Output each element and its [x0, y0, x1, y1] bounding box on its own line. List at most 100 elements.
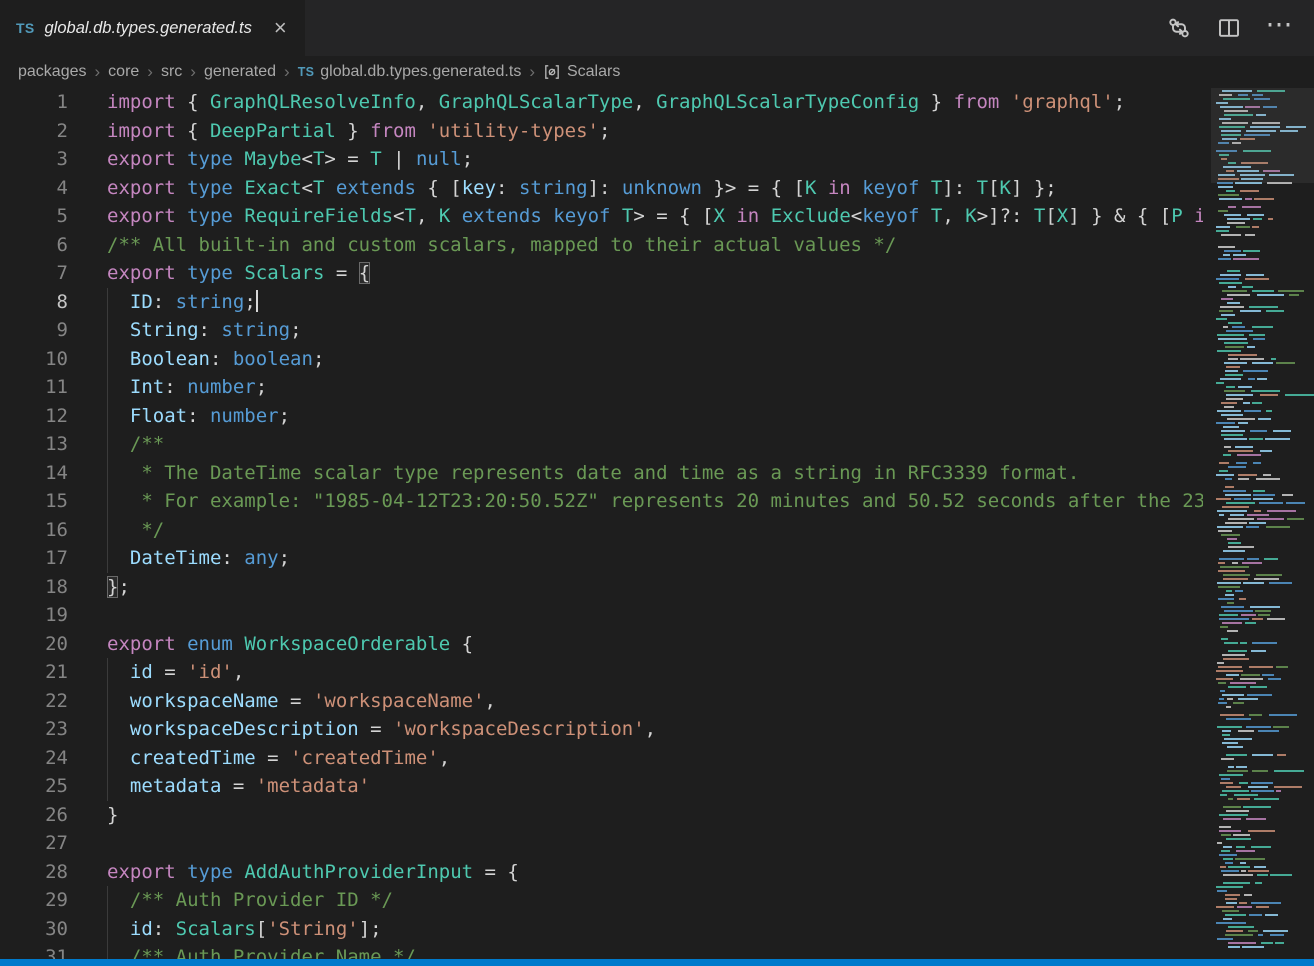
line-number[interactable]: 21	[0, 658, 68, 687]
line-number[interactable]: 25	[0, 772, 68, 801]
code-line[interactable]: 3export type Maybe<T> = T | null;	[0, 145, 1203, 174]
code-line[interactable]: 11 Int: number;	[0, 373, 1203, 402]
line-number[interactable]: 12	[0, 402, 68, 431]
breadcrumb-item-src[interactable]: src	[161, 63, 182, 81]
code-line[interactable]: 9 String: string;	[0, 316, 1203, 345]
code-line[interactable]: 29 /** Auth Provider ID */	[0, 886, 1203, 915]
indent-guide	[107, 943, 108, 959]
minimap-line	[1215, 702, 1314, 704]
code-token: :	[164, 376, 187, 398]
code-line[interactable]: 31 /** Auth Provider Name */	[0, 943, 1203, 959]
tab-global-db-types-generated[interactable]: TS global.db.types.generated.ts ×	[0, 0, 305, 56]
line-number[interactable]: 18	[0, 573, 68, 602]
line-number[interactable]: 28	[0, 858, 68, 887]
code-token	[542, 205, 553, 227]
code-line[interactable]: 19	[0, 601, 1203, 630]
code-line[interactable]: 8 ID: string;	[0, 288, 1203, 317]
minimap-line	[1215, 262, 1314, 264]
code-line[interactable]: 4export type Exact<T extends { [key: str…	[0, 174, 1203, 203]
minimap-line	[1215, 526, 1314, 528]
line-number[interactable]: 16	[0, 516, 68, 545]
code-token: :	[210, 348, 233, 370]
code-line[interactable]: 17 DateTime: any;	[0, 544, 1203, 573]
code-line[interactable]: 12 Float: number;	[0, 402, 1203, 431]
code-line[interactable]: 6/** All built-in and custom scalars, ma…	[0, 231, 1203, 260]
minimap-slider[interactable]	[1211, 88, 1314, 183]
minimap-line	[1215, 290, 1314, 292]
line-number[interactable]: 5	[0, 202, 68, 231]
status-bar[interactable]	[0, 959, 1314, 966]
chevron-right-icon: ›	[529, 62, 535, 82]
code-token: =	[359, 718, 393, 740]
code-line[interactable]: 23 workspaceDescription = 'workspaceDesc…	[0, 715, 1203, 744]
line-number[interactable]: 30	[0, 915, 68, 944]
code-line[interactable]: 1import { GraphQLResolveInfo, GraphQLSca…	[0, 88, 1203, 117]
line-number[interactable]: 8	[0, 288, 68, 317]
minimap[interactable]	[1211, 88, 1314, 959]
line-number[interactable]: 31	[0, 943, 68, 959]
line-number[interactable]: 29	[0, 886, 68, 915]
breadcrumb-item-file[interactable]: TS global.db.types.generated.ts	[298, 63, 522, 81]
code-line[interactable]: 30 id: Scalars['String'];	[0, 915, 1203, 944]
code-line[interactable]: 27	[0, 829, 1203, 858]
code-line[interactable]: 13 /**	[0, 430, 1203, 459]
code-token: boolean	[233, 348, 313, 370]
code-line[interactable]: 7export type Scalars = {	[0, 259, 1203, 288]
code-line[interactable]: 25 metadata = 'metadata'	[0, 772, 1203, 801]
line-number[interactable]: 19	[0, 601, 68, 630]
line-number[interactable]: 9	[0, 316, 68, 345]
minimap-line	[1215, 378, 1314, 380]
code-line[interactable]: 22 workspaceName = 'workspaceName',	[0, 687, 1203, 716]
code-line[interactable]: 24 createdTime = 'createdTime',	[0, 744, 1203, 773]
line-number[interactable]: 20	[0, 630, 68, 659]
line-number[interactable]: 14	[0, 459, 68, 488]
breadcrumb-item-packages[interactable]: packages	[18, 63, 87, 81]
split-editor-icon[interactable]	[1212, 11, 1246, 45]
code-line[interactable]: 10 Boolean: boolean;	[0, 345, 1203, 374]
line-number[interactable]: 17	[0, 544, 68, 573]
line-number[interactable]: 27	[0, 829, 68, 858]
line-number[interactable]: 22	[0, 687, 68, 716]
code-line[interactable]: 2import { DeepPartial } from 'utility-ty…	[0, 117, 1203, 146]
minimap-line	[1215, 630, 1314, 632]
line-number[interactable]: 4	[0, 174, 68, 203]
code-line[interactable]: 16 */	[0, 516, 1203, 545]
minimap-line	[1215, 198, 1314, 200]
line-number[interactable]: 10	[0, 345, 68, 374]
line-number[interactable]: 24	[0, 744, 68, 773]
line-number[interactable]: 11	[0, 373, 68, 402]
minimap-line	[1215, 810, 1314, 812]
close-icon[interactable]: ×	[270, 17, 291, 39]
code-line[interactable]: 28export type AddAuthProviderInput = {	[0, 858, 1203, 887]
line-number[interactable]: 26	[0, 801, 68, 830]
breadcrumb-item-symbol[interactable]: Scalars	[543, 63, 620, 81]
line-number[interactable]: 6	[0, 231, 68, 260]
line-number[interactable]: 3	[0, 145, 68, 174]
code-token: ;	[279, 405, 290, 427]
code-line[interactable]: 15 * For example: "1985-04-12T23:20:50.5…	[0, 487, 1203, 516]
minimap-line	[1215, 434, 1314, 436]
more-actions-icon[interactable]: ⋯	[1262, 7, 1296, 49]
code-line[interactable]: 14 * The DateTime scalar type represents…	[0, 459, 1203, 488]
line-number[interactable]: 2	[0, 117, 68, 146]
code-line[interactable]: 21 id = 'id',	[0, 658, 1203, 687]
minimap-line	[1215, 598, 1314, 600]
code-line[interactable]: 18};	[0, 573, 1203, 602]
line-number[interactable]: 1	[0, 88, 68, 117]
breadcrumb-item-core[interactable]: core	[108, 63, 139, 81]
line-number[interactable]: 13	[0, 430, 68, 459]
minimap-line	[1215, 250, 1314, 252]
code-line[interactable]: 5export type RequireFields<T, K extends …	[0, 202, 1203, 231]
code-token	[610, 205, 621, 227]
code-editor[interactable]: 1import { GraphQLResolveInfo, GraphQLSca…	[0, 88, 1203, 959]
code-line[interactable]: 26}	[0, 801, 1203, 830]
code-token: string	[519, 177, 588, 199]
code-line[interactable]: 20export enum WorkspaceOrderable {	[0, 630, 1203, 659]
breadcrumb-item-generated[interactable]: generated	[204, 63, 276, 81]
line-number[interactable]: 15	[0, 487, 68, 516]
line-number[interactable]: 7	[0, 259, 68, 288]
code-token	[107, 348, 130, 370]
code-token	[107, 291, 130, 313]
line-number[interactable]: 23	[0, 715, 68, 744]
compare-changes-icon[interactable]	[1162, 11, 1196, 45]
